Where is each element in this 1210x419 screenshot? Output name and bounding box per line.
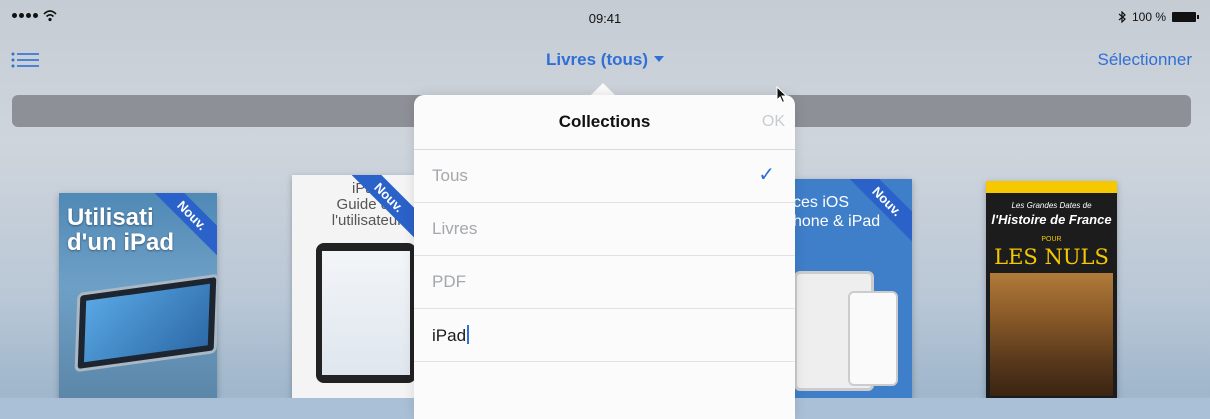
book-title: Utilisati d'un iPad — [67, 204, 175, 256]
status-time: 09:41 — [588, 11, 622, 26]
mouse-pointer-icon — [776, 86, 788, 104]
collection-name-input[interactable]: iPad — [414, 309, 795, 362]
ipad-illustration — [316, 243, 414, 383]
cover-painting — [990, 273, 1113, 396]
collection-item-label: PDF — [432, 272, 466, 291]
battery-percent: 100 % — [1131, 10, 1166, 24]
checkmark-icon: ✓ — [758, 164, 775, 186]
select-button[interactable]: Sélectionner — [1097, 50, 1192, 70]
book-title: ces iOS hone & iPad — [793, 194, 881, 230]
collection-item-pdf[interactable]: PDF — [414, 256, 795, 309]
ok-button[interactable]: OK — [762, 113, 785, 131]
book-title: l'Histoire de France — [991, 212, 1112, 227]
book-cover[interactable]: ces iOS hone & iPad Nouv. — [790, 179, 912, 400]
collection-item-label: Tous — [432, 166, 468, 185]
text-cursor — [467, 325, 470, 344]
collection-item-tous[interactable]: Tous ✓ — [414, 150, 795, 203]
book-series: LES NULS — [994, 245, 1109, 269]
collection-item-label: iPad — [432, 326, 467, 345]
series-strip — [986, 181, 1117, 193]
collections-popover: Collections OK Tous ✓ Livres PDF iPad — [414, 95, 795, 419]
chevron-down-icon — [654, 56, 665, 62]
collection-item-livres[interactable]: Livres — [414, 203, 795, 256]
book-cover[interactable]: Utilisati d'un iPad Nouv. — [59, 193, 217, 400]
collection-item-label: Livres — [432, 219, 478, 238]
collection-title-button[interactable]: Livres (tous) — [0, 50, 1210, 70]
book-cover[interactable]: iPadGuide del'utilisateur Nouv. — [292, 175, 414, 400]
collection-title-label: Livres (tous) — [545, 50, 649, 69]
iphone-illustration — [848, 291, 898, 386]
battery-icon — [1172, 12, 1199, 22]
book-cover[interactable]: Les Grandes Dates de l'Histoire de Franc… — [986, 181, 1117, 400]
book-subtitle: Les Grandes Dates de — [1011, 201, 1092, 210]
status-bar: 09:41 100 % — [0, 0, 1210, 36]
book-pour: POUR — [1041, 236, 1062, 243]
popover-title: Collections — [558, 112, 651, 131]
bluetooth-icon — [1118, 11, 1126, 23]
ipad-illustration — [74, 273, 217, 373]
